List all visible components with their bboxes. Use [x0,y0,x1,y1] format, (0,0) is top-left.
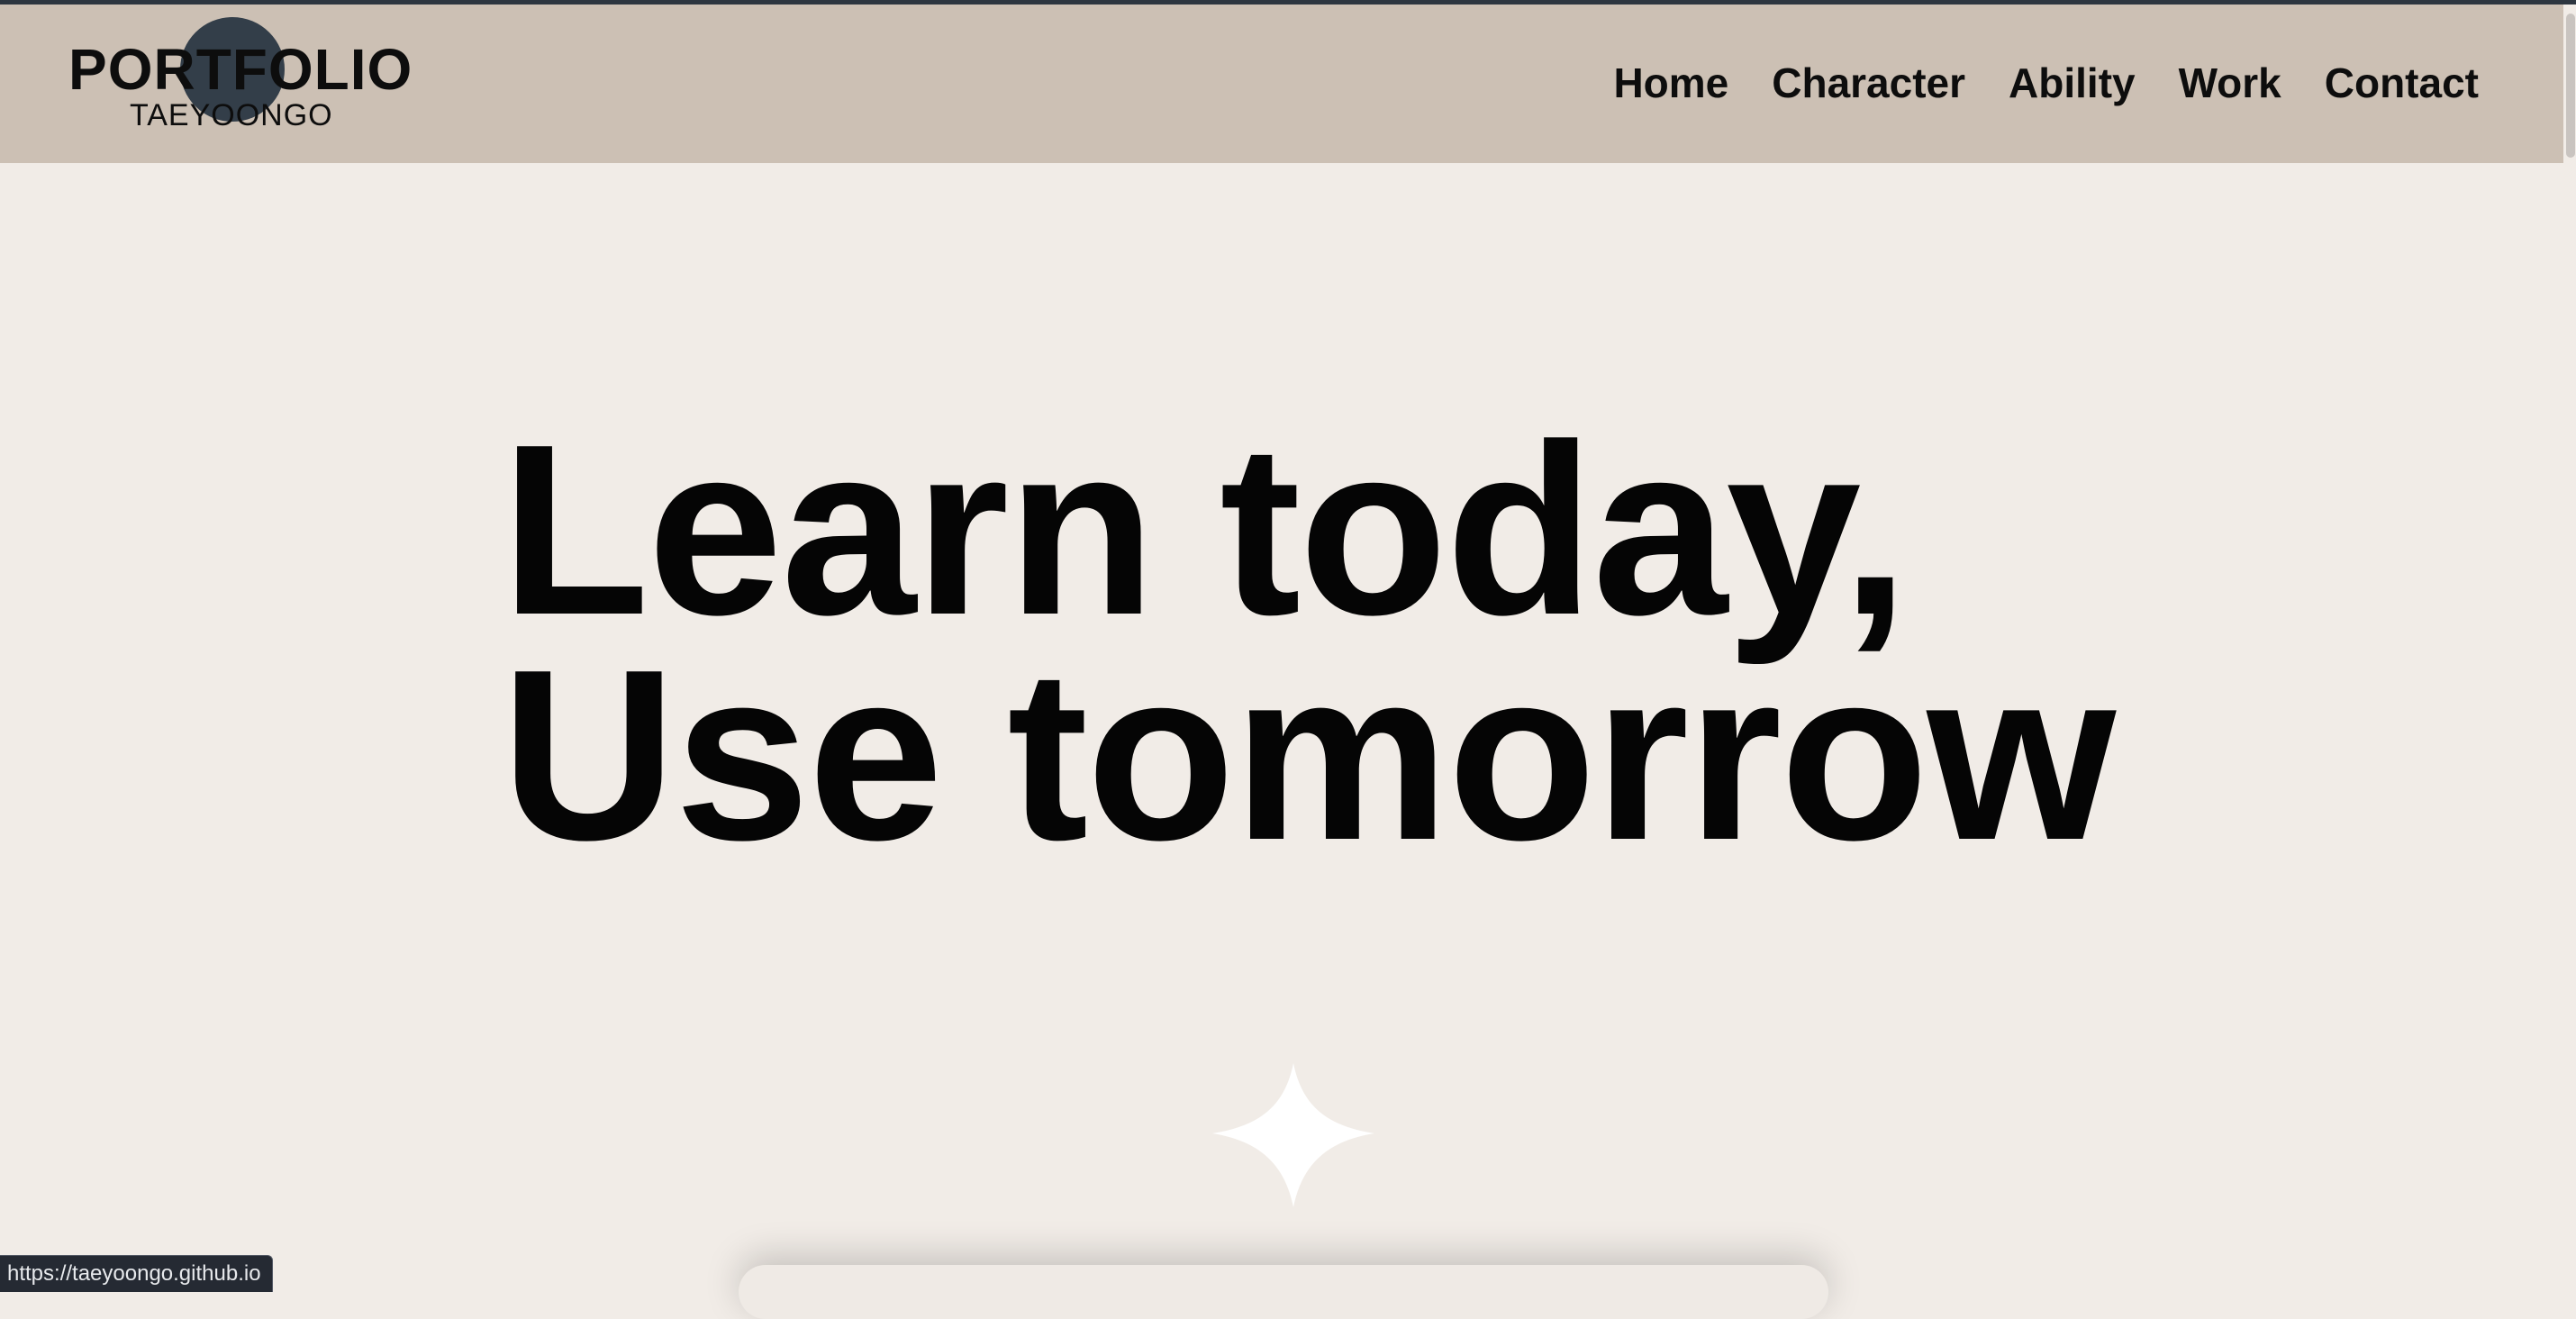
nav-work[interactable]: Work [2179,59,2281,108]
logo-link[interactable]: PORTFOLIO TAEYOONGO [68,17,412,143]
main-nav: Home Character Ability Work Contact [1613,59,2479,108]
page-scrollbar[interactable] [2563,5,2576,1292]
nav-ability[interactable]: Ability [2009,59,2136,108]
site-header: PORTFOLIO TAEYOONGO Home Character Abili… [0,5,2563,163]
content-card-edge [739,1265,1828,1319]
logo-subtitle: TAEYOONGO [130,98,333,132]
sparkle-icon [1212,1063,1374,1207]
hero-line-2: Use tomorrow [501,620,2116,891]
logo-title: PORTFOLIO [68,37,413,102]
nav-contact[interactable]: Contact [2325,59,2479,108]
hero-line-1: Learn today, [501,395,1909,666]
nav-character[interactable]: Character [1772,59,1965,108]
scrollbar-thumb[interactable] [2566,14,2575,158]
hero-heading: Learn today, Use tomorrow [501,395,2116,891]
nav-home[interactable]: Home [1613,59,1728,108]
link-status-bar: https://taeyoongo.github.io [0,1255,273,1292]
